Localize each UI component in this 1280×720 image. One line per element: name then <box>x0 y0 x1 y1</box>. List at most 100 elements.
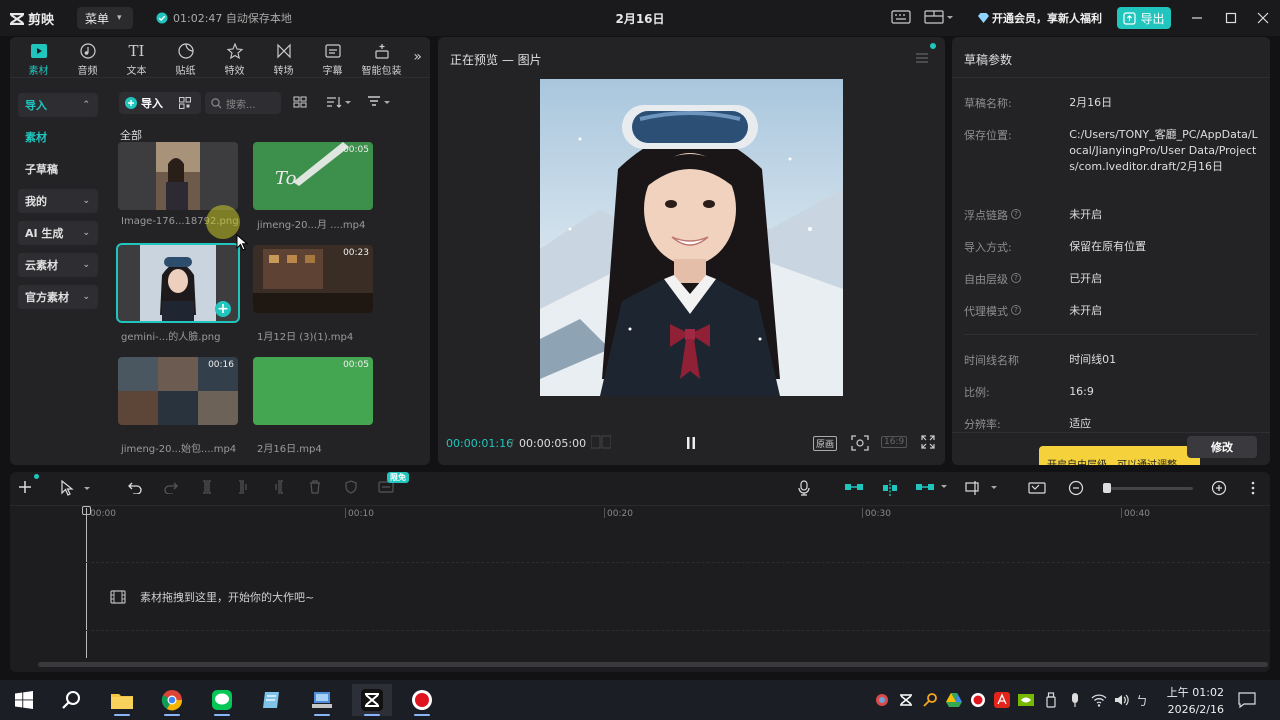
sidebar-item-media[interactable]: 素材 <box>18 125 98 149</box>
minimize-icon[interactable] <box>1189 10 1205 26</box>
undo-icon[interactable] <box>128 480 142 494</box>
taskbar-app-chrome[interactable] <box>152 684 192 716</box>
add-track-icon[interactable] <box>18 480 32 494</box>
tray-nvidia-icon[interactable] <box>1018 692 1034 708</box>
more-options-icon[interactable] <box>1250 480 1256 496</box>
tray-key-icon[interactable] <box>922 692 938 708</box>
preview-axis-icon[interactable] <box>965 480 999 496</box>
tray-wifi-icon[interactable] <box>1091 692 1107 708</box>
tab-text[interactable]: TI 文本 <box>112 37 161 77</box>
layout-icon[interactable] <box>924 9 954 25</box>
keyboard-shortcut-icon[interactable] <box>891 9 911 25</box>
redo-icon[interactable] <box>164 480 178 494</box>
tray-ime-icon[interactable]: ㄅ <box>1135 692 1151 708</box>
maximize-icon[interactable] <box>1223 10 1239 26</box>
export-button[interactable]: 导出 <box>1117 7 1171 29</box>
sidebar-item-mine[interactable]: 我的 ⌄ <box>18 189 98 213</box>
menu-button[interactable]: 菜单 ▾ <box>77 7 133 29</box>
plus-circle-icon <box>125 97 137 109</box>
zoom-slider-handle[interactable] <box>1103 483 1111 493</box>
microphone-icon[interactable] <box>797 480 811 496</box>
playhead[interactable] <box>86 508 87 658</box>
focus-frame-icon[interactable] <box>851 435 869 451</box>
tray-app-icon[interactable] <box>874 692 890 708</box>
sidebar-item-subdraft[interactable]: 子草稿 <box>18 157 98 181</box>
add-to-timeline-icon[interactable]: + <box>215 301 231 317</box>
shield-icon[interactable] <box>344 480 358 494</box>
sort-icon[interactable] <box>326 95 352 109</box>
tab-sticker[interactable]: 贴纸 <box>161 37 210 77</box>
taskbar-app-network[interactable] <box>302 684 342 716</box>
fullscreen-icon[interactable] <box>921 435 935 449</box>
track-guide <box>86 630 1270 631</box>
sidebar-item-ai-generate[interactable]: AI 生成 ⌄ <box>18 221 98 245</box>
more-tabs-icon[interactable]: » <box>413 49 422 65</box>
zoom-out-icon[interactable] <box>1068 480 1084 496</box>
select-cursor-icon[interactable] <box>60 480 92 496</box>
pause-icon[interactable] <box>685 436 697 450</box>
tab-effects[interactable]: 特效 <box>210 37 259 77</box>
split-icon[interactable] <box>200 480 214 494</box>
qr-grid-icon[interactable] <box>179 97 191 109</box>
link-icon[interactable] <box>915 480 949 494</box>
tab-smart-package[interactable]: 智能包装 <box>357 37 406 77</box>
main-track-magnet-icon[interactable] <box>844 480 864 494</box>
search-button[interactable] <box>52 684 92 716</box>
start-button[interactable] <box>4 684 44 716</box>
preview-menu-icon[interactable] <box>915 52 929 64</box>
media-thumbnail[interactable]: 00:16 <box>118 357 238 425</box>
notification-center-icon[interactable] <box>1238 692 1256 708</box>
import-button[interactable]: 导入 <box>119 92 201 114</box>
taskbar-app-recorder[interactable] <box>402 684 442 716</box>
param-value: 保留在原有位置 <box>1069 240 1147 253</box>
tray-drive-icon[interactable] <box>946 692 962 708</box>
tray-capcut-icon[interactable] <box>898 692 914 708</box>
param-label: 保存位置: <box>964 129 1012 142</box>
modify-button[interactable]: 修改 <box>1187 436 1257 458</box>
tray-record-icon[interactable] <box>970 692 986 708</box>
help-icon[interactable]: ? <box>1011 209 1021 219</box>
delete-icon[interactable] <box>308 480 322 494</box>
sidebar-item-official[interactable]: 官方素材 ⌄ <box>18 285 98 309</box>
filter-icon[interactable] <box>367 95 393 109</box>
snap-icon[interactable] <box>880 480 900 496</box>
media-thumbnail[interactable] <box>118 142 238 210</box>
media-item-duration: 00:16 <box>208 360 234 370</box>
title-bar: 剪映 菜单 ▾ 01:02:47 自动保存本地 2月16日 开通会员，享新人福利… <box>0 0 1280 36</box>
tray-microphone-icon[interactable] <box>1067 692 1083 708</box>
taskbar-app-capcut[interactable] <box>352 684 392 716</box>
taskbar-app-notes[interactable] <box>252 684 292 716</box>
media-thumbnail[interactable]: 00:23 <box>253 245 373 313</box>
close-icon[interactable] <box>1255 10 1271 26</box>
screenshot-icon[interactable] <box>1028 480 1046 496</box>
autosave-text: 01:02:47 自动保存本地 <box>173 12 292 25</box>
media-thumbnail[interactable]: To 00:05 <box>253 142 373 210</box>
vip-promo-link[interactable]: 开通会员，享新人福利 <box>978 10 1102 26</box>
help-icon[interactable]: ? <box>1011 305 1021 315</box>
aspect-ratio-button[interactable]: 16:9 <box>881 436 908 448</box>
chrome-icon <box>161 689 183 711</box>
sidebar-item-cloud[interactable]: 云素材 ⌄ <box>18 253 98 277</box>
media-thumbnail[interactable]: 00:05 <box>253 357 373 425</box>
original-quality-button[interactable]: 原画 <box>813 436 838 451</box>
sidebar-item-import[interactable]: 导入 ⌃ <box>18 93 98 117</box>
zoom-slider-track[interactable] <box>1103 487 1193 490</box>
grid-view-icon[interactable] <box>293 95 307 109</box>
tray-volume-icon[interactable] <box>1113 692 1129 708</box>
tray-usb-icon[interactable] <box>1043 692 1059 708</box>
taskbar-app-line[interactable] <box>202 684 242 716</box>
tab-audio[interactable]: 音频 <box>63 37 112 77</box>
system-clock[interactable]: 上午 01:02 2026/2/16 <box>1158 684 1224 718</box>
tray-acrobat-icon[interactable] <box>994 692 1010 708</box>
split-right-icon[interactable] <box>272 480 286 494</box>
help-icon[interactable]: ? <box>1011 273 1021 283</box>
search-input[interactable]: 搜索... <box>205 92 281 114</box>
free-layer-tooltip: 开启自由层级，可以通过调整 <box>1039 446 1200 465</box>
tab-media[interactable]: 素材 <box>14 37 63 77</box>
taskbar-app-explorer[interactable] <box>102 684 142 716</box>
tab-transition[interactable]: 转场 <box>259 37 308 77</box>
timeline-scrollbar[interactable] <box>38 662 1268 667</box>
zoom-in-icon[interactable] <box>1211 480 1227 496</box>
split-left-icon[interactable] <box>236 480 250 494</box>
tab-caption[interactable]: 字幕 <box>308 37 357 77</box>
